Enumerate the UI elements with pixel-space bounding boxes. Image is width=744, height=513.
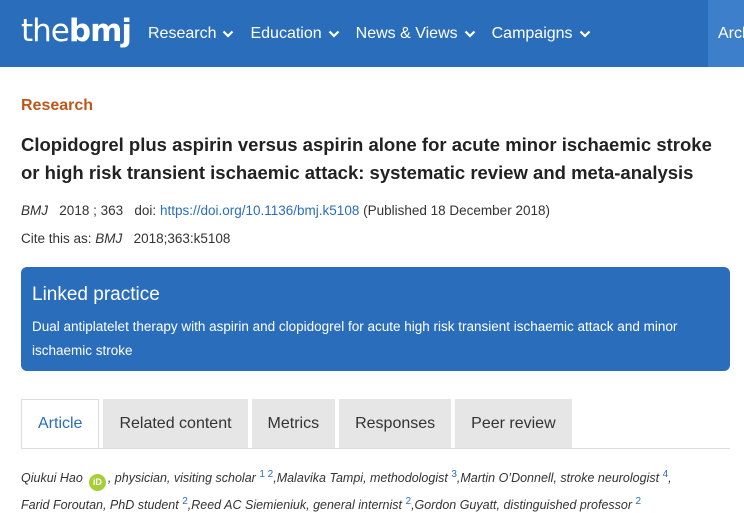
citation-line: BMJ 2018 ; 363 doi: https://doi.org/10.1… (21, 203, 550, 218)
nav-archive[interactable]: Arch (708, 0, 744, 67)
linked-practice-link[interactable]: Dual antiplatelet therapy with aspirin a… (32, 315, 720, 363)
nav-research[interactable]: Research (148, 0, 234, 67)
main-nav: Research Education News & Views Campaign… (148, 0, 607, 67)
linked-practice-title[interactable]: Linked practice (32, 283, 720, 307)
affiliation-ref[interactable]: 2 (636, 496, 642, 507)
logo-bmj: bmj (68, 13, 132, 49)
linked-practice-box: Linked practice Dual antiplatelet therap… (21, 267, 730, 371)
journal-name: BMJ (21, 203, 48, 218)
chevron-down-icon (328, 29, 340, 39)
tabs-divider (21, 448, 730, 449)
nav-education[interactable]: Education (250, 0, 339, 67)
author-name[interactable]: ,Gordon Guyatt, distinguished professor (411, 498, 632, 512)
year-volume: 2018 ; 363 (59, 203, 124, 218)
cite-as-line: Cite this as: BMJ 2018;363:k5108 (21, 231, 230, 246)
tab-article[interactable]: Article (21, 399, 100, 448)
cite-reference: 2018;363:k5108 (133, 231, 231, 246)
section-label: Research (21, 97, 94, 114)
orcid-icon[interactable]: iD (88, 474, 106, 491)
tab-related-content[interactable]: Related content (103, 399, 248, 448)
cite-label: Cite this as: (21, 231, 92, 246)
chevron-down-icon (579, 29, 591, 39)
doi-link[interactable]: https://doi.org/10.1136/bmj.k5108 (160, 203, 359, 218)
tab-peer-review[interactable]: Peer review (455, 399, 572, 448)
author-name[interactable]: Farid Foroutan, PhD student (21, 498, 179, 512)
author-name[interactable]: ,Martin O’Donnell, stroke neurologist (457, 471, 659, 485)
logo-the: the (21, 13, 70, 49)
nav-education-label: Education (250, 24, 322, 42)
author-name[interactable]: ,Reed AC Siemieniuk, general internist (188, 498, 402, 512)
separator: , (668, 471, 672, 485)
nav-campaigns[interactable]: Campaigns (492, 0, 591, 67)
nav-archive-label: Arch (718, 24, 744, 42)
chevron-down-icon (464, 29, 476, 39)
nav-news-views-label: News & Views (355, 24, 458, 42)
bmj-logo[interactable]: the bmj (21, 11, 132, 51)
tab-metrics[interactable]: Metrics (251, 399, 336, 448)
published-date: (Published 18 December 2018) (363, 203, 550, 218)
tab-responses[interactable]: Responses (339, 399, 452, 448)
author-role: , physician, visiting scholar (107, 471, 256, 485)
author-list: Qiukui Hao iD, physician, visiting schola… (21, 464, 733, 513)
nav-news-views[interactable]: News & Views (356, 0, 476, 67)
article-tabs: Article Related content Metrics Response… (21, 399, 576, 448)
author-name[interactable]: Qiukui Hao (21, 471, 83, 485)
nav-research-label: Research (148, 24, 217, 42)
article-title: Clopidogrel plus aspirin versus aspirin … (21, 134, 712, 183)
nav-campaigns-label: Campaigns (491, 24, 573, 42)
author-name[interactable]: ,Malavika Tampi, methodologist (273, 471, 448, 485)
doi-label: doi: (134, 203, 157, 218)
affiliation-ref[interactable]: 1 2 (259, 469, 273, 480)
chevron-down-icon (222, 29, 234, 39)
cite-journal: BMJ (95, 231, 123, 246)
top-navigation-bar: the bmj Research Education News & Views C… (0, 0, 744, 67)
